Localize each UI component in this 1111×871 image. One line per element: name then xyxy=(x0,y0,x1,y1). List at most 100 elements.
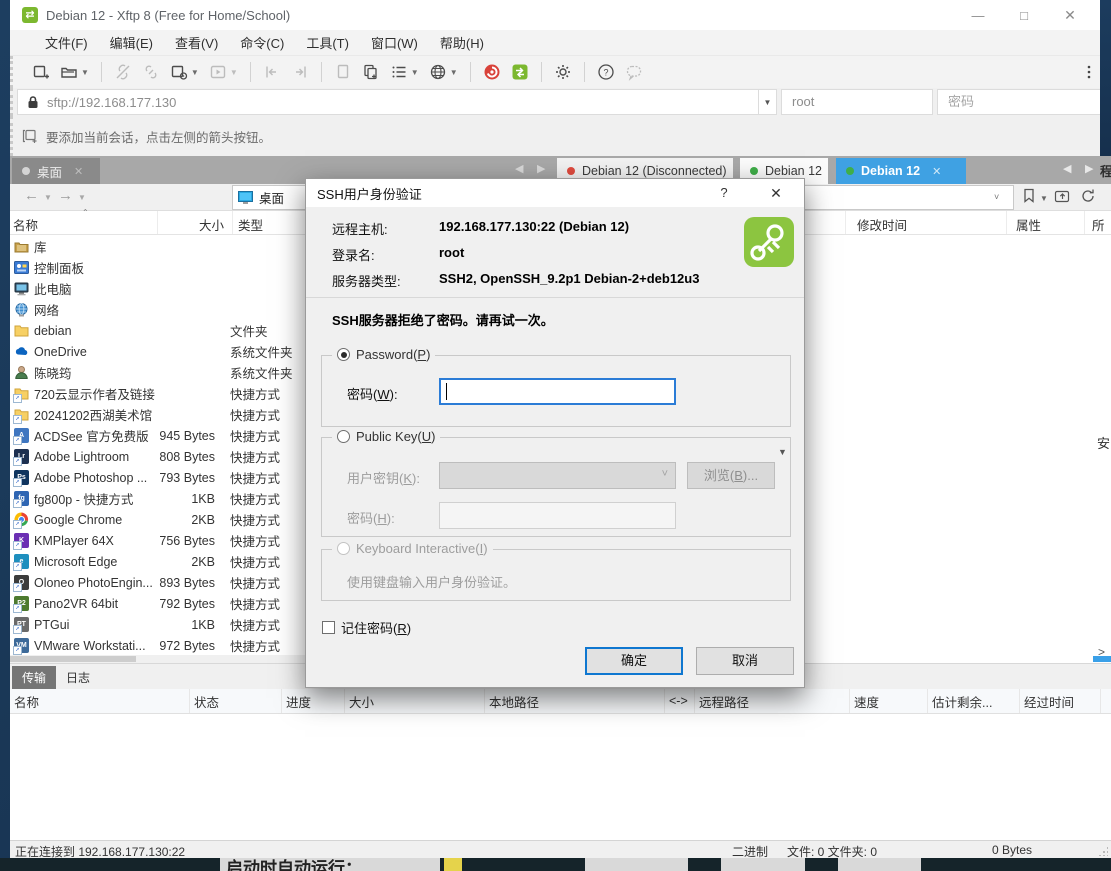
transfer-column[interactable]: <-> xyxy=(665,689,695,713)
back-nav-icon[interactable]: ← xyxy=(24,187,39,204)
tab-local-desktop[interactable]: 桌面✕ xyxy=(12,158,100,184)
tab-close-icon[interactable]: ✕ xyxy=(74,165,83,178)
password-radio-label[interactable]: Password(P) xyxy=(356,347,430,362)
toolbar-overflow[interactable] xyxy=(1086,63,1092,81)
forward-nav-icon[interactable]: → xyxy=(58,187,73,204)
tab-status-dot xyxy=(846,167,854,175)
file-row[interactable]: LrAdobe Lightroom808 Bytes快捷方式 xyxy=(10,446,315,467)
close-button[interactable]: ✕ xyxy=(1047,0,1093,30)
file-type: 快捷方式 xyxy=(224,573,280,592)
file-row[interactable]: 此电脑 xyxy=(10,278,315,299)
file-row[interactable]: fgfg800p - 快捷方式1KB快捷方式 xyxy=(10,488,315,509)
remember-password-checkbox[interactable] xyxy=(322,621,335,634)
transfer-column[interactable]: 大小 xyxy=(345,689,485,713)
password-radio[interactable] xyxy=(337,348,350,361)
remote-tab-scroll-right-icon[interactable]: ▶ xyxy=(1085,162,1093,175)
password-group: Password(P) 密码(W): xyxy=(321,355,791,427)
transfer-column[interactable]: 名称 xyxy=(10,689,190,713)
back-history-caret-icon[interactable]: ▼ xyxy=(44,193,52,202)
file-type: 快捷方式 xyxy=(224,615,280,634)
tab-scroll-left-icon[interactable]: ◀ xyxy=(515,162,523,175)
file-name: OneDrive xyxy=(34,345,156,359)
file-row[interactable]: 库 xyxy=(10,236,315,257)
transfer-column[interactable]: 估计剩余... xyxy=(928,689,1020,713)
settings-gear-icon[interactable] xyxy=(550,60,576,84)
bookmark-caret-icon[interactable]: ▼ xyxy=(1040,194,1048,203)
menu-item-6[interactable]: 帮助(H) xyxy=(429,29,495,56)
background-fragment xyxy=(838,858,921,871)
transfer-column[interactable]: 远程路径 xyxy=(695,689,850,713)
bookmark-icon[interactable] xyxy=(1022,188,1036,204)
session-properties-icon[interactable]: ▼ xyxy=(166,60,203,84)
username-input[interactable]: root xyxy=(781,89,933,115)
file-row[interactable]: 陈晓筠系统文件夹 xyxy=(10,362,315,383)
file-name: VMware Workstati... xyxy=(34,639,156,653)
keyboard-radio-label: Keyboard Interactive(I) xyxy=(356,541,488,556)
file-row[interactable]: OneDrive系统文件夹 xyxy=(10,341,315,362)
publickey-radio[interactable] xyxy=(337,430,350,443)
new-session-icon[interactable] xyxy=(28,60,54,84)
local-horizontal-scrollbar[interactable] xyxy=(10,655,310,663)
address-dropdown-button[interactable]: ▼ xyxy=(759,89,777,115)
folder-up-icon[interactable] xyxy=(1054,188,1071,204)
remote-path-caret-icon[interactable]: ˅ xyxy=(994,192,999,202)
file-row[interactable]: VMVMware Workstati...972 Bytes快捷方式 xyxy=(10,635,315,656)
forward-history-caret-icon[interactable]: ▼ xyxy=(78,193,86,202)
remote-column[interactable]: 修改时间 xyxy=(857,215,907,234)
encoding-globe-icon[interactable]: ▼ xyxy=(425,60,462,84)
xftp-icon[interactable] xyxy=(507,60,533,84)
maximize-button[interactable]: □ xyxy=(1001,0,1047,30)
transfer-column[interactable]: 本地路径 xyxy=(485,689,665,713)
menu-item-2[interactable]: 查看(V) xyxy=(164,29,229,56)
menu-item-1[interactable]: 编辑(E) xyxy=(99,29,164,56)
file-row[interactable]: PsAdobe Photoshop ...793 Bytes快捷方式 xyxy=(10,467,315,488)
transfer-column[interactable]: 进度 xyxy=(282,689,345,713)
transfer-tab-0[interactable]: 传输 xyxy=(12,666,56,689)
remote-tab-scroll-left-icon[interactable]: ◀ xyxy=(1063,162,1071,175)
cancel-button[interactable]: 取消 xyxy=(696,647,794,675)
transfer-tab-1[interactable]: 日志 xyxy=(56,666,100,689)
file-row[interactable]: P2Pano2VR 64bit792 Bytes快捷方式 xyxy=(10,593,315,614)
file-row[interactable]: 720云显示作者及链接快捷方式 xyxy=(10,383,315,404)
file-row[interactable]: 控制面板 xyxy=(10,257,315,278)
address-input[interactable]: sftp://192.168.177.130 xyxy=(17,89,759,115)
remember-password-row[interactable]: 记住密码(R) xyxy=(322,618,411,637)
file-row[interactable]: 20241202西湖美术馆快捷方式 xyxy=(10,404,315,425)
tab-scroll-right-icon[interactable]: ▶ xyxy=(537,162,545,175)
help-icon[interactable]: ? xyxy=(593,60,619,84)
transfer-column[interactable]: 速度 xyxy=(850,689,928,713)
file-row[interactable]: eMicrosoft Edge2KB快捷方式 xyxy=(10,551,315,572)
menu-item-5[interactable]: 窗口(W) xyxy=(360,29,429,56)
remote-column[interactable]: 属性 xyxy=(1016,215,1041,234)
dialog-help-button[interactable]: ? xyxy=(704,179,744,207)
refresh-icon[interactable] xyxy=(1080,188,1096,204)
file-row[interactable]: debian文件夹 xyxy=(10,320,315,341)
minimize-button[interactable]: — xyxy=(955,0,1001,30)
tab-status-dot xyxy=(22,167,30,175)
password-field-input[interactable] xyxy=(439,378,676,405)
duplicate-icon[interactable] xyxy=(358,60,384,84)
menu-item-0[interactable]: 文件(F) xyxy=(34,29,99,56)
xshell-icon[interactable] xyxy=(479,60,505,84)
transfer-column[interactable]: 经过时间 xyxy=(1020,689,1101,713)
ok-button[interactable]: 确定 xyxy=(585,647,683,675)
transfer-column[interactable]: 状态 xyxy=(190,689,282,713)
remote-column[interactable]: 所 xyxy=(1092,215,1105,234)
file-row[interactable]: 网络 xyxy=(10,299,315,320)
view-list-icon[interactable]: ▼ xyxy=(386,60,423,84)
file-row[interactable]: Google Chrome2KB快捷方式 xyxy=(10,509,315,530)
open-folder-icon[interactable]: ▼ xyxy=(56,60,93,84)
publickey-radio-label[interactable]: Public Key(U) xyxy=(356,429,435,444)
keyboard-radio[interactable] xyxy=(337,542,350,555)
file-row[interactable]: KKMPlayer 64X756 Bytes快捷方式 xyxy=(10,530,315,551)
file-row[interactable]: AACDSee 官方免费版945 Bytes快捷方式 xyxy=(10,425,315,446)
resize-grip[interactable] xyxy=(1098,846,1108,856)
dialog-close-button[interactable]: ✕ xyxy=(756,179,796,207)
file-row[interactable]: OOloneo PhotoEngin...893 Bytes快捷方式 xyxy=(10,572,315,593)
menu-item-4[interactable]: 工具(T) xyxy=(295,29,360,56)
password-input[interactable]: 密码 xyxy=(937,89,1101,115)
tab-close-icon[interactable]: ✕ xyxy=(932,165,941,178)
file-row[interactable]: PTPTGui1KB快捷方式 xyxy=(10,614,315,635)
tab-debian12-active[interactable]: Debian 12✕ xyxy=(836,158,966,184)
menu-item-3[interactable]: 命令(C) xyxy=(229,29,295,56)
